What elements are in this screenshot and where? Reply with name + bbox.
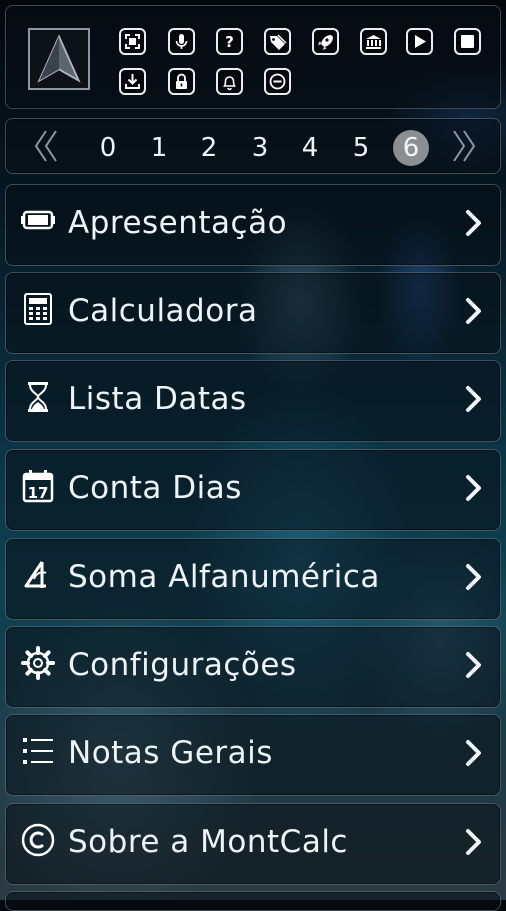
fullscreen-icon[interactable]	[119, 28, 146, 55]
toolbar-panel: ?	[5, 5, 501, 109]
chevron-right-icon	[462, 560, 486, 594]
alpha-sum-icon	[20, 557, 56, 593]
hourglass-icon	[20, 379, 56, 415]
menu-item-sobre[interactable]: Sobre a MontCalc	[5, 803, 501, 885]
tags-icon[interactable]	[264, 28, 291, 55]
menu-item-notas-gerais[interactable]: Notas Gerais	[5, 714, 501, 796]
chevron-right-icon	[462, 294, 486, 328]
menu-item-label: Lista Datas	[68, 381, 247, 417]
menu-item-calculadora[interactable]: Calculadora	[5, 272, 501, 354]
page-4[interactable]: 4	[292, 131, 328, 165]
help-icon[interactable]: ?	[216, 28, 243, 55]
page-2[interactable]: 2	[191, 131, 227, 165]
page-6-active[interactable]: 6	[393, 130, 429, 166]
calendar-icon: 17	[20, 468, 56, 504]
page-selector: 0 1 2 3 4 5 6	[5, 118, 501, 174]
chevron-right-icon	[462, 206, 486, 240]
chevron-right-icon	[462, 382, 486, 416]
minus-circle-icon[interactable]	[264, 68, 291, 95]
stop-icon[interactable]	[454, 28, 481, 55]
bank-icon[interactable]	[360, 28, 387, 55]
gear-icon	[20, 645, 56, 681]
chevron-right-icon	[462, 825, 486, 859]
menu-item-apresentacao[interactable]: Apresentação	[5, 184, 501, 266]
menu-item-label: Soma Alfanumérica	[68, 559, 380, 595]
page-3[interactable]: 3	[242, 131, 278, 165]
chevron-right-icon	[462, 471, 486, 505]
menu-item-partial[interactable]	[5, 891, 501, 911]
copyright-icon	[20, 822, 56, 858]
menu-item-label: Conta Dias	[68, 470, 242, 506]
play-icon[interactable]	[406, 28, 433, 55]
page-5[interactable]: 5	[343, 131, 379, 165]
download-icon[interactable]	[119, 68, 146, 95]
calculator-icon	[20, 291, 56, 327]
page-1[interactable]: 1	[141, 131, 177, 165]
menu-item-label: Configurações	[68, 647, 297, 683]
menu-item-label: Sobre a MontCalc	[68, 824, 348, 860]
menu-item-lista-datas[interactable]: Lista Datas	[5, 360, 501, 442]
list-icon	[20, 733, 56, 769]
microphone-icon[interactable]	[168, 28, 195, 55]
menu-item-label: Notas Gerais	[68, 735, 273, 771]
chevron-right-icon	[462, 648, 486, 682]
bell-icon[interactable]	[216, 68, 243, 95]
svg-text:17: 17	[28, 484, 49, 502]
menu-item-label: Calculadora	[68, 293, 258, 329]
page-0[interactable]: 0	[90, 131, 126, 165]
menu-item-configuracoes[interactable]: Configurações	[5, 626, 501, 708]
menu-item-soma-alfanumerica[interactable]: Soma Alfanumérica	[5, 538, 501, 620]
pager-next-icon[interactable]	[446, 127, 480, 165]
rocket-icon[interactable]	[312, 28, 339, 55]
chevron-right-icon	[462, 736, 486, 770]
pager-prev-icon[interactable]	[30, 127, 64, 165]
svg-text:?: ?	[225, 33, 234, 51]
lock-icon[interactable]	[168, 68, 195, 95]
menu-item-conta-dias[interactable]: 17 Conta Dias	[5, 449, 501, 531]
app-logo	[28, 28, 90, 90]
menu-item-label: Apresentação	[68, 205, 288, 241]
presentation-icon	[20, 203, 56, 239]
